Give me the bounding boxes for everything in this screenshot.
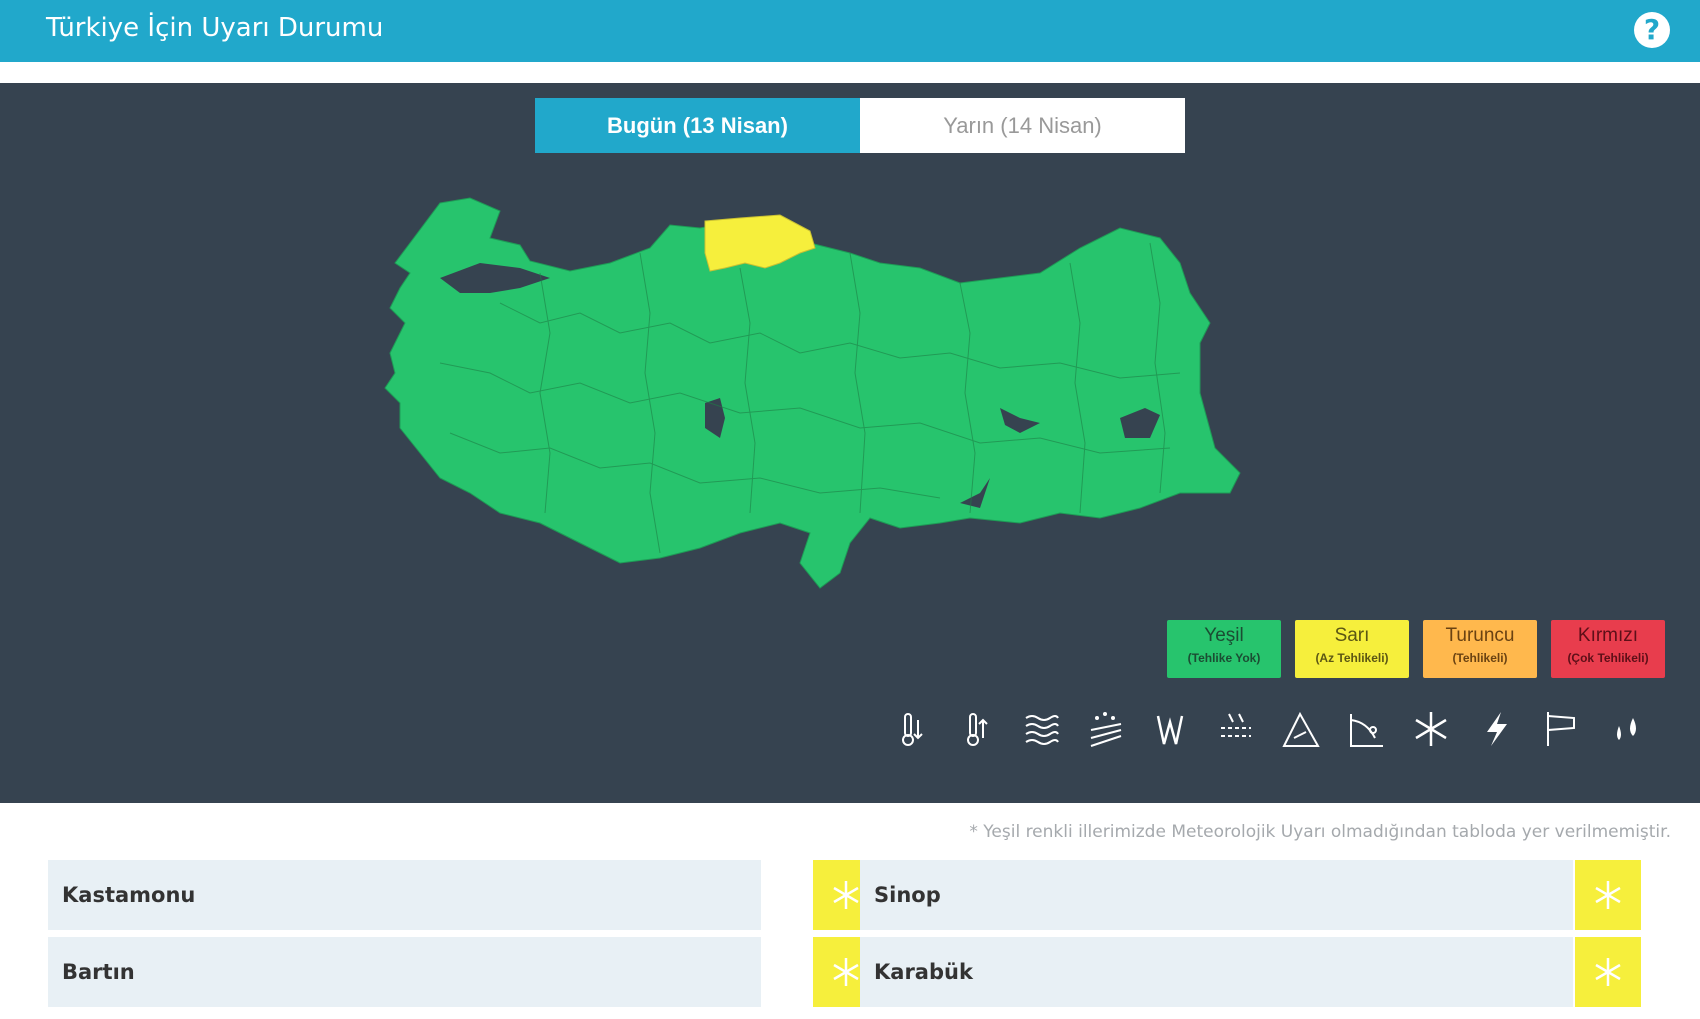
legend-red-sub: (Çok Tehlikeli)	[1567, 651, 1649, 665]
dust-icon[interactable]	[1085, 708, 1127, 750]
rain-snow-icon[interactable]	[1215, 708, 1257, 750]
turkey-map[interactable]	[380, 193, 1340, 613]
header-bar: Türkiye İçin Uyarı Durumu ?	[0, 0, 1700, 62]
rain-icon[interactable]	[1605, 708, 1647, 750]
landslide-icon[interactable]	[1345, 708, 1387, 750]
legend-yellow-label: Sarı	[1334, 625, 1370, 646]
avalanche-icon[interactable]	[1280, 708, 1322, 750]
legend-yellow: Sarı (Az Tehlikeli)	[1295, 620, 1409, 678]
map-panel: Bugün (13 Nisan) Yarın (14 Nisan) Yeşil …	[0, 83, 1700, 803]
legend-green: Yeşil (Tehlike Yok)	[1167, 620, 1281, 678]
legend-green-label: Yeşil	[1204, 625, 1244, 646]
province-name: Sinop	[860, 860, 1573, 930]
wind-icon[interactable]	[1150, 708, 1192, 750]
legend-green-sub: (Tehlike Yok)	[1187, 651, 1261, 665]
province-name: Bartın	[48, 937, 761, 1007]
fog-icon[interactable]	[1020, 708, 1062, 750]
lightning-icon[interactable]	[1475, 708, 1517, 750]
day-tabs: Bugün (13 Nisan) Yarın (14 Nisan)	[535, 98, 1185, 153]
legend-yellow-sub: (Az Tehlikeli)	[1315, 651, 1389, 665]
wind-flag-icon[interactable]	[1540, 708, 1582, 750]
province-name: Kastamonu	[48, 860, 761, 930]
turkey-landmass[interactable]	[384, 197, 1241, 589]
tab-today[interactable]: Bugün (13 Nisan)	[535, 98, 860, 153]
tab-tomorrow[interactable]: Yarın (14 Nisan)	[860, 98, 1185, 153]
note-text: * Yeşil renkli illerimizde Meteorolojik …	[969, 822, 1671, 842]
snowflake-icon	[1575, 937, 1641, 1007]
province-name: Karabük	[860, 937, 1573, 1007]
legend-orange-sub: (Tehlikeli)	[1452, 651, 1508, 665]
page-title: Türkiye İçin Uyarı Durumu	[46, 13, 384, 43]
snowflake-icon	[1575, 860, 1641, 930]
legend-red: Kırmızı (Çok Tehlikeli)	[1551, 620, 1665, 678]
heat-icon[interactable]	[955, 708, 997, 750]
question-icon[interactable]: ?	[1634, 12, 1670, 48]
legend-orange: Turuncu (Tehlikeli)	[1423, 620, 1537, 678]
legend-orange-label: Turuncu	[1445, 625, 1515, 646]
legend-red-label: Kırmızı	[1577, 625, 1639, 646]
snow-icon[interactable]	[1410, 708, 1452, 750]
cold-icon[interactable]	[890, 708, 932, 750]
